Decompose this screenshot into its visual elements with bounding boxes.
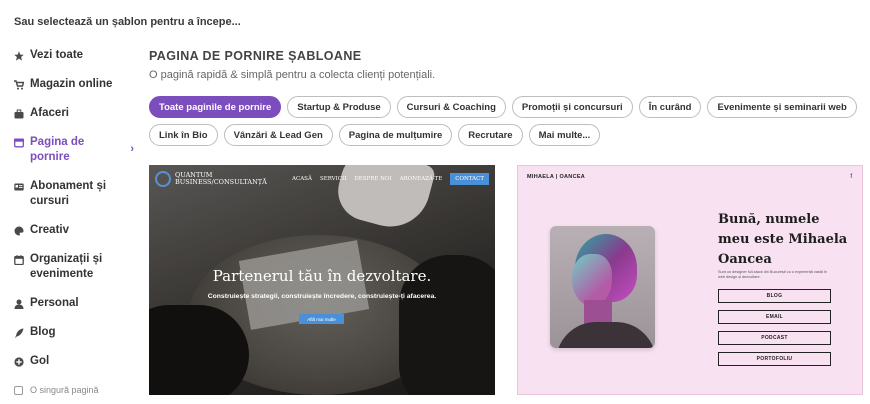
chip-in-curand[interactable]: În curând	[638, 96, 702, 118]
sidebar-item-afaceri[interactable]: Afaceri	[14, 106, 136, 135]
template-headline: Bună, numele meu este Mihaela Oancea	[718, 212, 848, 267]
sidebar-item-vezi-toate[interactable]: Vezi toate	[14, 48, 136, 77]
quill-icon	[14, 325, 30, 340]
palette-icon	[14, 223, 30, 238]
sidebar-item-label: Blog	[30, 326, 56, 338]
browser-window-icon	[14, 135, 30, 150]
id-card-icon	[14, 179, 30, 194]
sidebar-item-label: Afaceri	[30, 107, 69, 119]
template-subheadline: Construiește strategii, construiește înc…	[207, 293, 437, 300]
sidebar-item-blog[interactable]: Blog	[14, 325, 136, 354]
single-page-checkbox-label: O singură pagină	[30, 385, 99, 395]
template-nav-item: DESPRE NOI	[354, 176, 392, 182]
chip-vanzari-lead-gen[interactable]: Vânzări & Lead Gen	[223, 124, 333, 146]
chip-evenimente-seminarii[interactable]: Evenimente și seminarii web	[707, 96, 857, 118]
photo-face	[572, 254, 612, 306]
chip-link-in-bio[interactable]: Link în Bio	[149, 124, 218, 146]
person-icon	[14, 296, 30, 311]
sidebar-item-label: Creativ	[30, 224, 69, 236]
template-logo: QUANTUM BUSINESS/CONSULTANȚĂ	[155, 171, 267, 187]
chip-cursuri-coaching[interactable]: Cursuri & Coaching	[396, 96, 506, 118]
sidebar-item-gol[interactable]: Gol	[14, 354, 136, 383]
sidebar-item-label: Vezi toate	[30, 49, 84, 61]
sidebar-item-abonament-si-cursuri[interactable]: Abonament și cursuri	[14, 179, 136, 223]
sidebar-item-label: Abonament și cursuri	[30, 180, 107, 207]
sidebar-item-label: Personal	[30, 297, 79, 309]
template-card-mihaela[interactable]: MIHAELA | OANCEA f Bună, numele meu este…	[517, 165, 863, 395]
calendar-icon	[14, 252, 30, 267]
single-page-checkbox[interactable]: O singură pagină	[14, 383, 136, 395]
template-nav-cta: CONTACT	[450, 173, 489, 185]
sidebar-item-label: Organizații și evenimente	[30, 253, 103, 280]
template-card-quantum[interactable]: QUANTUM BUSINESS/CONSULTANȚĂ ACASĂ SERVIC…	[149, 165, 495, 395]
template-link-button: PORTOFOLIU	[718, 352, 831, 366]
plus-circle-icon	[14, 354, 30, 369]
page-heading: Sau selectează un șablon pentru a începe…	[14, 16, 241, 28]
chip-promotii-concursuri[interactable]: Promoții și concursuri	[511, 96, 633, 118]
logo-mark-icon	[155, 171, 171, 187]
template-brand: MIHAELA | OANCEA	[527, 174, 586, 180]
sidebar-item-magazin-online[interactable]: Magazin online	[14, 77, 136, 106]
section-title: PAGINA DE PORNIRE ȘABLOANE	[149, 49, 362, 63]
facebook-icon: f	[850, 174, 852, 180]
category-sidebar: Vezi toate Magazin online Afaceri Pagina…	[14, 48, 136, 395]
chip-startup-produse[interactable]: Startup & Produse	[287, 96, 391, 118]
template-button: Află mai multe	[299, 314, 344, 324]
template-nav-item: ACASĂ	[292, 176, 312, 182]
filter-chips: Toate paginile de pornire Startup & Prod…	[149, 96, 861, 146]
logo-line2: BUSINESS/CONSULTANȚĂ	[175, 178, 267, 186]
photo-shoulder	[556, 322, 655, 348]
star-icon	[14, 48, 30, 63]
sidebar-item-organizatii-si-evenimente[interactable]: Organizații și evenimente	[14, 252, 136, 296]
template-link-button: BLOG	[718, 289, 831, 303]
sidebar-item-label: Pagina de pornire	[30, 136, 85, 163]
template-headline: Partenerul tău în dezvoltare.	[212, 267, 432, 285]
sidebar-item-pagina-de-pornire[interactable]: Pagina de pornire ›	[14, 135, 136, 179]
chip-recrutare[interactable]: Recrutare	[458, 124, 523, 146]
sidebar-item-creativ[interactable]: Creativ	[14, 223, 136, 252]
checkbox-icon	[14, 383, 30, 398]
template-nav: ACASĂ SERVICII DESPRE NOI ABONEAZĂ-TE CO…	[292, 173, 489, 185]
briefcase-icon	[14, 106, 30, 121]
template-nav-item: SERVICII	[319, 176, 347, 182]
template-description: Sunt un designer full-stack din Bucureșt…	[718, 270, 828, 279]
chip-mai-multe[interactable]: Mai multe...	[528, 124, 601, 146]
sidebar-item-personal[interactable]: Personal	[14, 296, 136, 325]
sidebar-item-label: Magazin online	[30, 78, 113, 90]
portrait-photo	[550, 226, 655, 348]
chevron-right-icon: ›	[130, 143, 134, 155]
cart-icon	[14, 77, 30, 92]
chip-pagina-multumire[interactable]: Pagina de mulțumire	[338, 124, 453, 146]
chip-toate-paginile[interactable]: Toate paginile de pornire	[149, 96, 282, 118]
template-link-button: EMAIL	[718, 310, 831, 324]
sidebar-item-label: Gol	[30, 355, 50, 367]
template-nav-item: ABONEAZĂ-TE	[399, 176, 443, 182]
section-subtitle: O pagină rapidă & simplă pentru a colect…	[149, 69, 436, 81]
template-link-button: PODCAST	[718, 331, 831, 345]
